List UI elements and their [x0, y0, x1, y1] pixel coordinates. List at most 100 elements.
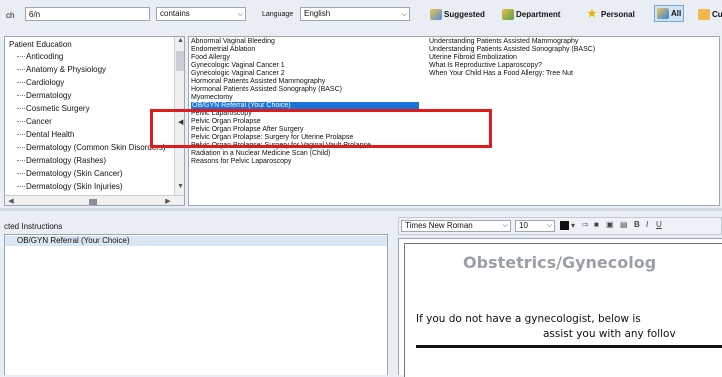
indent-icon[interactable]: ⇨ — [582, 220, 589, 229]
department-label: Department — [516, 9, 561, 19]
tree-item-label: Dermatology (Common Skin Disorders) — [26, 143, 166, 152]
language-select[interactable]: English ⌵ — [300, 7, 410, 21]
list-item[interactable]: Abnormal Vaginal Bleeding — [191, 38, 275, 46]
tree-horizontal-scrollbar[interactable]: ◀ ▶ — [5, 195, 184, 205]
tree-item-label: Anatomy & Physiology — [26, 65, 107, 74]
table-row[interactable]: OB/GYN Referral (Your Choice) — [5, 236, 387, 246]
tree-item-label: Dermatology (Rashes) — [26, 156, 107, 165]
list-item[interactable]: Endometrial Ablation — [191, 46, 255, 54]
highlight-box — [150, 109, 492, 148]
all-button[interactable]: All — [654, 5, 685, 22]
tree-line — [17, 160, 25, 162]
instructions-header: cted Instructions — [4, 222, 63, 231]
align-icon[interactable]: ▤ — [620, 220, 628, 229]
document-editor[interactable]: Obstetrics/Gynecolog If you do not have … — [398, 238, 722, 377]
all-label: All — [671, 9, 682, 18]
search-input[interactable]: 6/n — [25, 7, 150, 21]
filter-select[interactable]: contains ⌵ — [156, 7, 246, 21]
list-item[interactable]: Hormonal Patients Assisted Mammography — [191, 78, 325, 86]
scroll-left-icon[interactable]: ◀ — [6, 197, 16, 205]
tree-line — [17, 147, 25, 149]
personal-label: Personal — [601, 9, 635, 19]
all-icon — [657, 8, 669, 19]
list-item[interactable]: What Is Reproductive Laparoscopy? — [429, 62, 542, 70]
font-select-value: Times New Roman — [405, 221, 473, 230]
document-body-line: If you do not have a gynecologist, below… — [416, 313, 641, 325]
scroll-thumb[interactable] — [89, 199, 97, 205]
tree-item[interactable]: Dermatology (Rashes) — [17, 154, 106, 167]
department-button[interactable]: Department — [502, 6, 560, 22]
scroll-right-icon[interactable]: ▶ — [163, 197, 173, 205]
list-item[interactable]: Understanding Patients Assisted Sonograp… — [429, 46, 595, 54]
text-color-button[interactable] — [560, 221, 569, 230]
tree-line — [17, 121, 25, 123]
list-item[interactable]: Food Allergy — [191, 54, 230, 62]
tree-item-label: Cancer — [26, 117, 52, 126]
list-item[interactable]: Radiation in a Nuclear Medicine Scan (Ch… — [191, 150, 330, 158]
tree-item[interactable]: Cardiology — [17, 76, 64, 89]
tree-item[interactable]: Dermatology (Common Skin Disorders) — [17, 141, 166, 154]
search-label: ch — [6, 11, 15, 20]
italic-icon[interactable]: I — [646, 220, 648, 229]
cut-label: Cu — [712, 9, 722, 19]
tree-line — [17, 108, 25, 110]
scroll-up-icon[interactable]: ▲ — [175, 37, 184, 44]
tree-item[interactable]: Dermatology (Skin Injuries) — [17, 180, 122, 193]
tree-line — [17, 56, 25, 58]
list-item[interactable]: Myomectomy — [191, 94, 233, 102]
tree-item[interactable]: Dermatology — [17, 89, 71, 102]
tree-item[interactable]: Anticoding — [17, 50, 63, 63]
font-size-select[interactable]: 10 ⌵ — [515, 220, 555, 232]
splitter[interactable] — [0, 208, 722, 211]
instructions-list[interactable]: OB/GYN Referral (Your Choice) — [4, 234, 388, 375]
list-item[interactable]: Reasons for Pelvic Laparoscopy — [191, 158, 291, 166]
tree-item-label: Cardiology — [26, 78, 65, 87]
document-body-line: assist you with any follov — [543, 328, 676, 340]
personal-button[interactable]: ★ Personal — [587, 6, 635, 22]
tree-item-label: Cosmetic Surgery — [26, 104, 90, 113]
list-icon[interactable]: ■ — [594, 220, 599, 229]
tree-item[interactable]: Dermatology (Skin Cancer) — [17, 167, 122, 180]
underline-icon[interactable]: U — [656, 220, 662, 229]
image-icon[interactable]: ▣ — [606, 220, 614, 229]
tree-item[interactable]: Anatomy & Physiology — [17, 63, 106, 76]
chevron-down-icon: ⌵ — [237, 11, 243, 18]
suggested-label: Suggested — [444, 9, 485, 19]
cut-icon — [698, 8, 710, 20]
tree-item-label: Dermatology (Skin Cancer) — [26, 169, 123, 178]
scroll-down-icon[interactable]: ▼ — [175, 183, 184, 190]
instruction-label: OB/GYN Referral (Your Choice) — [17, 236, 130, 245]
list-item[interactable]: Gynecologic Vaginal Cancer 1 — [191, 62, 285, 70]
bold-icon[interactable]: B — [634, 220, 640, 229]
scroll-thumb[interactable] — [176, 51, 184, 71]
font-select[interactable]: Times New Roman ⌵ — [401, 220, 511, 232]
suggested-icon — [430, 8, 442, 20]
list-item[interactable]: Hormonal Patients Assisted Sonography (B… — [191, 86, 342, 94]
tree-item-label: Dental Health — [26, 130, 75, 139]
tree-item-label: Dermatology — [26, 91, 72, 100]
language-select-value: English — [304, 9, 331, 18]
star-icon: ★ — [587, 7, 597, 20]
tree-line — [17, 186, 25, 188]
suggested-button[interactable]: Suggested — [430, 6, 485, 22]
list-item[interactable]: Uterine Fibroid Embolization — [429, 54, 517, 62]
tree-line — [17, 134, 25, 136]
chevron-down-icon: ⌵ — [401, 11, 407, 18]
list-item[interactable]: Gynecologic Vaginal Cancer 2 — [191, 70, 285, 78]
chevron-down-icon: ⌵ — [546, 222, 552, 229]
color-dropdown-icon[interactable]: ▾ — [571, 221, 575, 230]
tree-item[interactable]: Cancer — [17, 115, 52, 128]
chevron-down-icon: ⌵ — [502, 222, 508, 229]
tree-line — [17, 69, 25, 71]
tree-line — [17, 173, 25, 175]
table-border — [416, 345, 722, 348]
cut-button[interactable]: Cu — [698, 6, 722, 22]
tree-item[interactable]: Dental Health — [17, 128, 74, 141]
language-label: Language — [262, 11, 294, 18]
font-size-value: 10 — [519, 221, 528, 230]
tree-item[interactable]: Cosmetic Surgery — [17, 102, 90, 115]
collapse-arrow-icon[interactable]: ◀ — [178, 118, 183, 126]
list-item[interactable]: When Your Child Has a Food Allergy: Tree… — [429, 70, 573, 78]
list-item[interactable]: Understanding Patients Assisted Mammogra… — [429, 38, 578, 46]
tree-line — [17, 95, 25, 97]
